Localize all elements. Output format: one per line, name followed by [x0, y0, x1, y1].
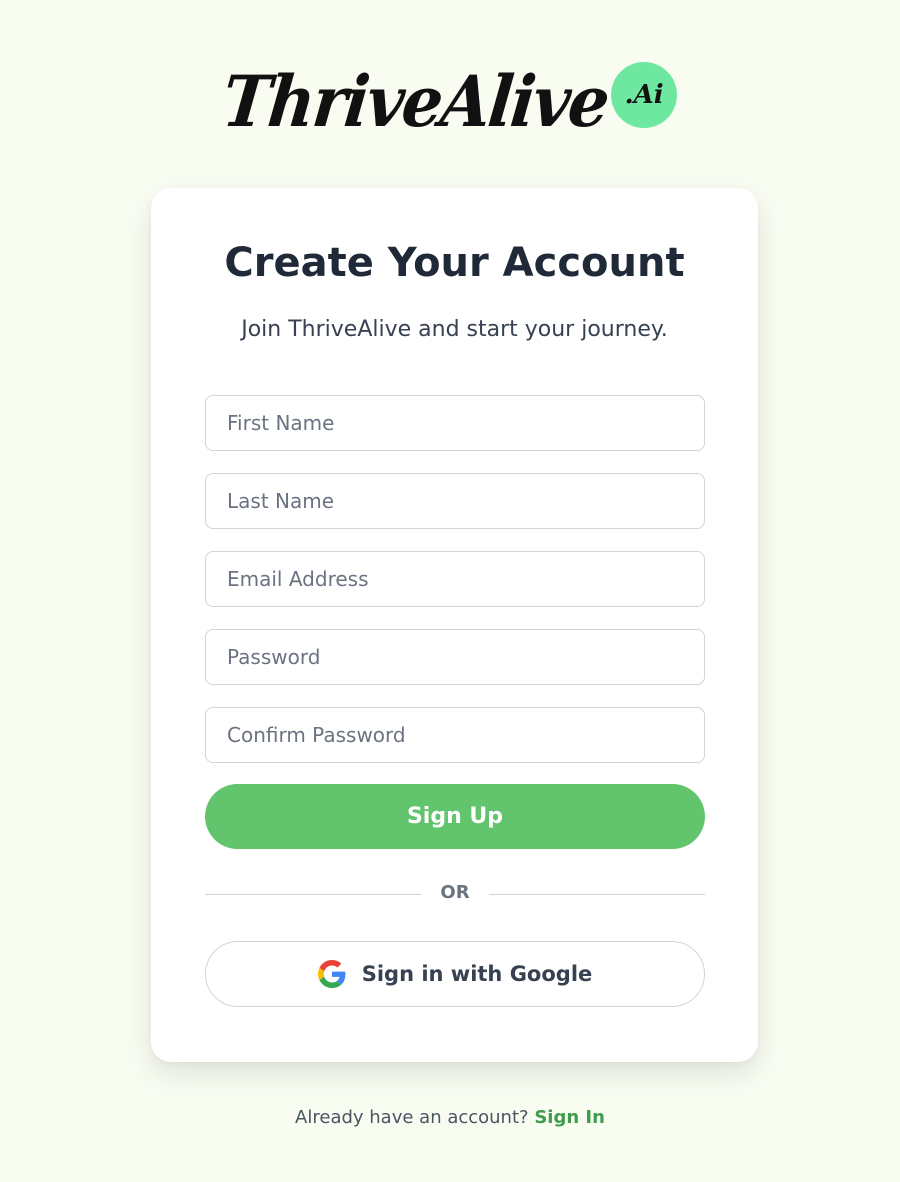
confirm-password-field[interactable]	[205, 707, 705, 763]
divider-line-right	[489, 894, 705, 895]
signin-prompt: Already have an account?	[295, 1107, 529, 1128]
brand-logo: ThriveAlive .Ai	[0, 52, 900, 152]
google-sign-in-label: Sign in with Google	[361, 962, 593, 986]
signup-card: Create Your Account Join ThriveAlive and…	[151, 188, 758, 1062]
footer: Already have an account? Sign In	[0, 1107, 900, 1128]
page-subtitle: Join ThriveAlive and start your journey.	[241, 317, 668, 342]
first-name-field[interactable]	[205, 395, 705, 451]
or-divider: OR	[205, 882, 705, 908]
email-field[interactable]	[205, 551, 705, 607]
divider-label: OR	[440, 882, 470, 903]
password-field[interactable]	[205, 629, 705, 685]
google-icon	[317, 960, 346, 988]
brand-badge: .Ai	[611, 62, 678, 128]
google-sign-in-button[interactable]: Sign in with Google	[205, 941, 705, 1007]
last-name-field[interactable]	[205, 473, 705, 529]
page-title: Create Your Account	[224, 240, 685, 286]
sign-in-link[interactable]: Sign In	[534, 1107, 605, 1128]
brand-wordmark: ThriveAlive	[218, 60, 612, 144]
sign-up-button[interactable]: Sign Up	[205, 784, 705, 849]
